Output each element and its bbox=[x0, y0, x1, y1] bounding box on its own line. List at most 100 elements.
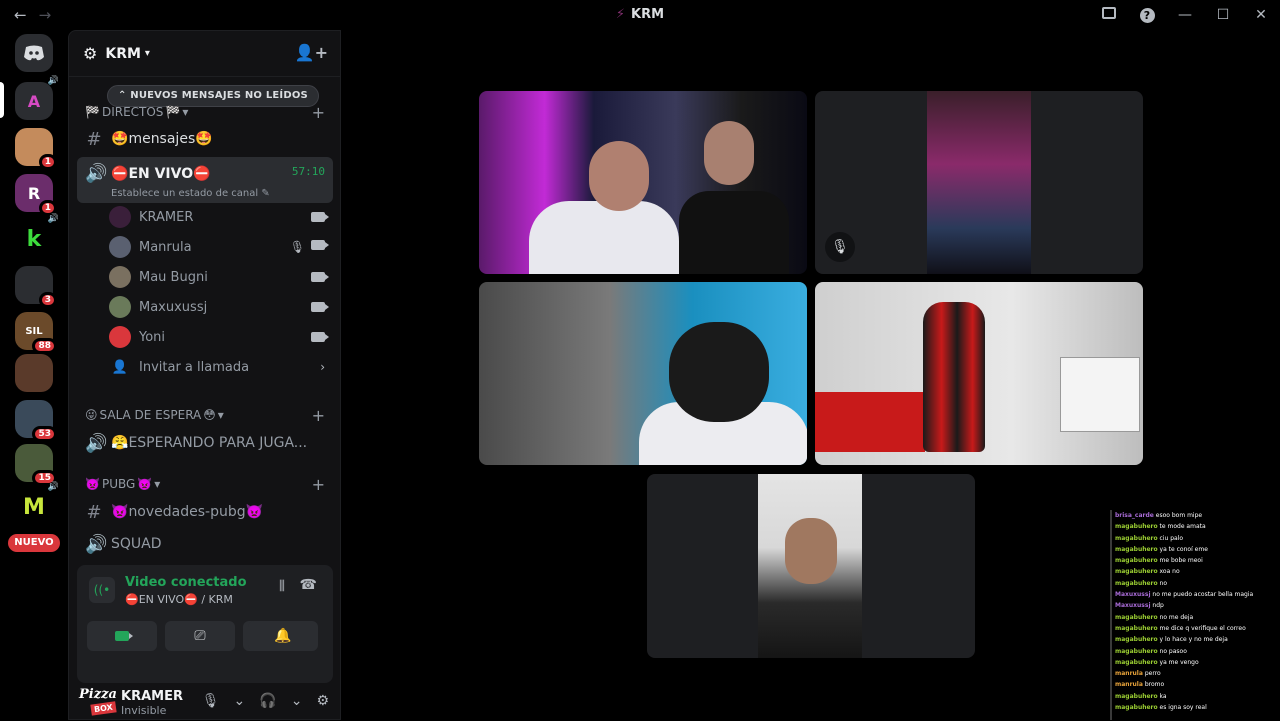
add-channel-icon[interactable]: + bbox=[312, 406, 325, 425]
chevron-down-icon[interactable]: ⌄ bbox=[291, 693, 303, 709]
channel-squad[interactable]: 🔊 SQUAD bbox=[77, 529, 333, 559]
disconnect-icon[interactable]: ☎ bbox=[300, 577, 317, 593]
chat-message: ndp bbox=[1150, 602, 1164, 610]
chat-message: no me deja bbox=[1157, 613, 1194, 621]
invite-to-call[interactable]: 👤 Invitar a llamada › bbox=[109, 353, 325, 381]
channel-status[interactable]: Establece un estado de canal ✎ bbox=[111, 188, 270, 199]
add-person-icon: 👤 bbox=[111, 359, 129, 375]
server-10[interactable]: M 🔊 bbox=[15, 482, 59, 526]
chat-message: y lo hace y no me deja bbox=[1157, 636, 1228, 644]
screen-share-button[interactable]: ⎚ bbox=[165, 621, 235, 651]
camera-icon bbox=[311, 240, 329, 250]
chat-line: brisa_carde esoo bom mipe bbox=[1115, 510, 1280, 521]
maximize-button[interactable]: ☐ bbox=[1204, 7, 1242, 23]
server-7[interactable] bbox=[15, 354, 53, 392]
username: KRAMER bbox=[121, 689, 183, 704]
active-server-indicator bbox=[0, 82, 4, 118]
video-tile-5[interactable] bbox=[647, 474, 975, 658]
category-sala-de-espera[interactable]: 😜 SALA DE ESPERA 😳 ▾ + bbox=[85, 406, 325, 425]
soundboard-button[interactable]: 🔔 bbox=[248, 621, 318, 651]
video-tile-1[interactable] bbox=[479, 91, 807, 274]
member-yoni[interactable]: Yoni bbox=[109, 323, 329, 351]
inbox-icon[interactable] bbox=[1090, 7, 1128, 23]
settings-gear-icon[interactable]: ⚙ bbox=[316, 693, 329, 709]
camera-button[interactable] bbox=[87, 621, 157, 651]
emoji-icon: 👿 bbox=[137, 477, 153, 491]
mic-muted-icon: 🎙 bbox=[289, 240, 305, 254]
server-2[interactable]: 1 bbox=[15, 128, 57, 170]
chat-message: no bbox=[1157, 579, 1168, 587]
server-3[interactable]: R1 bbox=[15, 174, 57, 216]
add-member-icon[interactable]: 👤+ bbox=[295, 43, 328, 62]
server-9[interactable]: 15 bbox=[15, 444, 57, 486]
video-tile-3[interactable] bbox=[479, 282, 807, 465]
help-icon[interactable]: ? bbox=[1128, 7, 1166, 23]
chat-line: magabuhero ya te conoí eme bbox=[1115, 544, 1280, 555]
chat-message: ya te conoí eme bbox=[1157, 545, 1208, 553]
participant-head bbox=[669, 322, 769, 422]
emoji-icon: 👿 bbox=[245, 504, 264, 520]
mic-muted-icon[interactable]: 🎙 bbox=[825, 232, 855, 262]
stream-chat-overlay: brisa_carde esoo bom mipe magabuhero te m… bbox=[1110, 510, 1280, 720]
add-channel-icon[interactable]: + bbox=[312, 475, 325, 494]
category-directos[interactable]: 🏁 DIRECTOS 🏁 ▾ + bbox=[85, 103, 325, 122]
chat-line: manrula bromo bbox=[1115, 679, 1280, 690]
no-entry-icon: ⛔ bbox=[193, 165, 211, 182]
gaming-chair bbox=[923, 302, 985, 452]
discord-home-icon[interactable] bbox=[15, 34, 53, 72]
emoji-icon: 😜 bbox=[85, 408, 98, 422]
video-tile-4[interactable] bbox=[815, 282, 1143, 465]
user-avatar[interactable]: Pizza BOX bbox=[77, 687, 121, 719]
participant-face bbox=[589, 141, 649, 211]
noise-suppression-icon[interactable]: ⫼ bbox=[279, 579, 285, 594]
minimize-button[interactable]: — bbox=[1166, 7, 1204, 23]
microphone-icon[interactable]: 🎙 bbox=[202, 693, 220, 709]
chat-username: magabuhero bbox=[1115, 613, 1158, 621]
server-krm[interactable]: A 🔊 bbox=[15, 76, 59, 120]
category-pubg[interactable]: 👿 PUBG 👿 ▾ + bbox=[85, 475, 325, 494]
member-mau-bugni[interactable]: Mau Bugni bbox=[109, 263, 329, 291]
guild-header[interactable]: ⚙ KRM ▾ 👤+ bbox=[69, 31, 340, 77]
channel-row: 🔊 ⛔ EN VIVO ⛔ bbox=[85, 163, 211, 184]
voice-channel-info[interactable]: ⛔EN VIVO⛔ / KRM bbox=[125, 593, 233, 606]
channel-mensajes[interactable]: # 🤩 mensajes 🤩 bbox=[77, 124, 333, 154]
server-4[interactable]: k 🔊 bbox=[15, 214, 59, 258]
headphones-icon[interactable]: 🎧 bbox=[259, 693, 276, 709]
mention-badge: 53 bbox=[32, 426, 57, 442]
member-manrula[interactable]: Manrula 🎙 bbox=[109, 233, 329, 261]
add-channel-icon[interactable]: + bbox=[312, 103, 325, 122]
bed bbox=[815, 392, 925, 452]
camera-icon bbox=[311, 302, 329, 312]
emoji-icon: 👿 bbox=[111, 504, 129, 520]
channel-en-vivo[interactable]: 🔊 ⛔ EN VIVO ⛔ Establece un estado de canal… bbox=[77, 157, 333, 203]
chevron-down-icon[interactable]: ⌄ bbox=[234, 693, 246, 709]
participant-face bbox=[704, 121, 754, 185]
close-button[interactable]: ✕ bbox=[1242, 7, 1280, 23]
server-6[interactable]: SIL 88 bbox=[15, 312, 57, 354]
video-tile-2[interactable]: 🎙 bbox=[815, 91, 1143, 274]
chat-username: Maxuxussj bbox=[1115, 591, 1151, 599]
chat-username: magabuhero bbox=[1115, 557, 1158, 565]
server-5[interactable]: 3 bbox=[15, 266, 57, 308]
server-icon: ⚡ bbox=[615, 7, 626, 22]
channel-novedades-pubg[interactable]: # 👿 novedades-pubg 👿 bbox=[77, 497, 333, 527]
server-8[interactable]: 53 bbox=[15, 400, 57, 442]
member-maxuxussj[interactable]: Maxuxussj bbox=[109, 293, 329, 321]
unread-messages-pill[interactable]: ⌃ NUEVOS MENSAJES NO LEÍDOS bbox=[107, 85, 319, 107]
participant-shirt bbox=[529, 201, 679, 274]
member-kramer[interactable]: KRAMER bbox=[109, 203, 329, 231]
chat-username: magabuhero bbox=[1115, 704, 1158, 712]
channel-esperando[interactable]: 🔊 😤 ESPERANDO PARA JUGA... bbox=[77, 428, 333, 458]
chat-message: te mode amata bbox=[1157, 523, 1206, 531]
chat-line: magabuhero es igna soy real bbox=[1115, 702, 1280, 713]
window-controls: ? — ☐ ✕ bbox=[1090, 0, 1280, 30]
emoji-icon: 😳 bbox=[203, 408, 216, 422]
chat-message: es igna soy real bbox=[1157, 704, 1207, 712]
participant-shirt bbox=[679, 191, 789, 274]
chat-line: magabuhero no pasoo bbox=[1115, 646, 1280, 657]
emoji-icon: 👿 bbox=[85, 477, 100, 491]
chat-line: magabuhero y lo hace y no me deja bbox=[1115, 634, 1280, 645]
chevron-down-icon: ▾ bbox=[182, 105, 189, 119]
speaker-icon: 🔊 bbox=[85, 533, 108, 555]
no-entry-icon: ⛔ bbox=[184, 593, 198, 606]
